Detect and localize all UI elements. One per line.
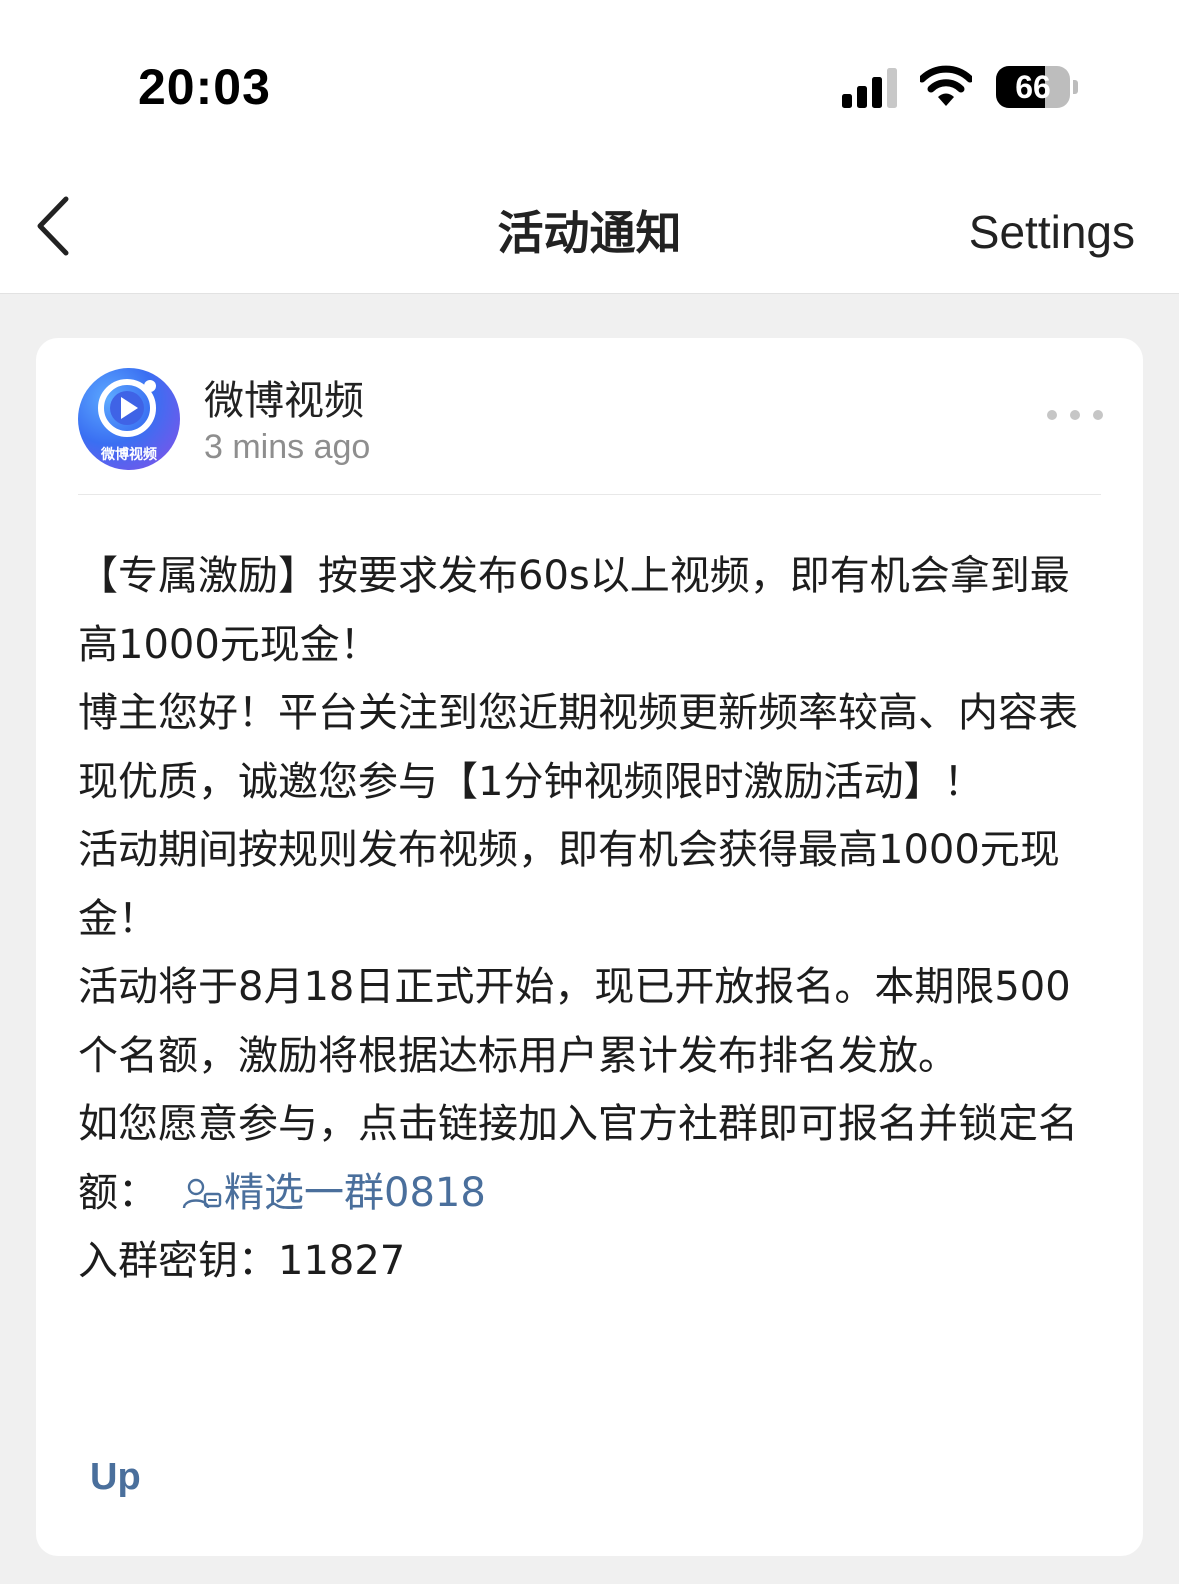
nav-bar: 活动通知 Settings <box>0 175 1179 294</box>
message-paragraph: 入群密钥：11827 <box>78 1238 406 1284</box>
group-chat-icon <box>182 1178 222 1208</box>
signal-icon <box>842 68 897 108</box>
sent-time: 3 mins ago <box>204 428 371 466</box>
divider <box>78 494 1101 495</box>
message-paragraph: 活动期间按规则发布视频，即有机会获得最高1000元现金！ <box>78 827 1060 942</box>
sender-name[interactable]: 微博视频 <box>204 368 364 426</box>
message-paragraph: 【专属激励】按要求发布60s以上视频，即有机会拿到最高1000元现金！ <box>78 553 1070 668</box>
message-body: 【专属激励】按要求发布60s以上视频，即有机会拿到最高1000元现金！ 博主您好… <box>78 542 1108 1296</box>
status-bar: 20:03 66 <box>0 0 1179 175</box>
group-link[interactable]: 精选一群0818 <box>158 1170 486 1216</box>
avatar[interactable]: 微博视频 <box>78 368 180 470</box>
notification-card: 微博视频 微博视频 3 mins ago 【专属激励】按要求发布60s以上视频，… <box>36 338 1143 1556</box>
group-link-label[interactable]: 精选一群0818 <box>224 1170 486 1216</box>
avatar-label: 微博视频 <box>101 447 157 463</box>
battery-level: 66 <box>1015 69 1051 105</box>
message-paragraph: 如您愿意参与，点击链接加入官方社群即可报名并锁定名额： 精选一群0818 <box>78 1090 1108 1227</box>
up-button[interactable]: Up <box>90 1456 141 1499</box>
wifi-icon <box>920 65 972 106</box>
message-paragraph: 活动将于8月18日正式开始，现已开放报名。本期限500个名额，激励将根据达标用户… <box>78 964 1071 1079</box>
settings-button[interactable]: Settings <box>969 205 1135 259</box>
status-time: 20:03 <box>138 59 271 115</box>
more-button[interactable] <box>1047 402 1103 426</box>
message-paragraph: 博主您好！平台关注到您近期视频更新频率较高、内容表现优质，诚邀您参与【1分钟视频… <box>78 690 1078 805</box>
battery-icon: 66 <box>996 66 1080 108</box>
more-horizontal-icon <box>1047 410 1057 420</box>
